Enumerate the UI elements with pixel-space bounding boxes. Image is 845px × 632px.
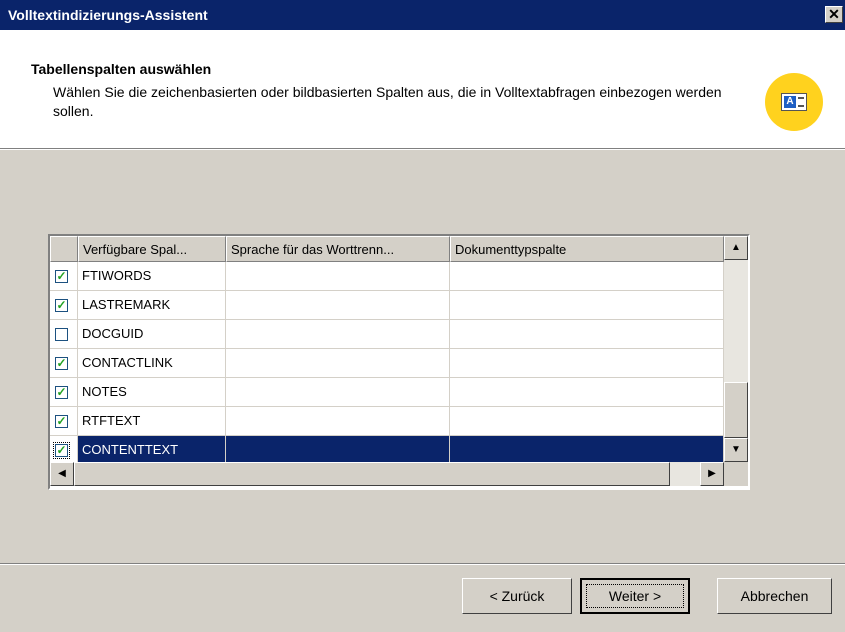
checkbox-cell: ✓ (50, 378, 78, 407)
checked-checkbox[interactable]: ✓ (53, 442, 70, 459)
language-cell[interactable] (226, 291, 450, 320)
column-header-language[interactable]: Sprache für das Worttrenn... (226, 236, 450, 262)
scroll-right-icon[interactable]: ▶ (700, 462, 724, 486)
checked-checkbox[interactable]: ✓ (55, 415, 68, 428)
wizard-header: Tabellenspalten auswählen Wählen Sie die… (0, 30, 845, 148)
scroll-corner (724, 462, 748, 486)
doctype-cell[interactable] (450, 378, 724, 407)
table-row[interactable]: DOCGUID (50, 320, 724, 349)
column-name-cell: RTFTEXT (78, 407, 226, 436)
column-name-cell: FTIWORDS (78, 262, 226, 291)
doctype-cell[interactable] (450, 407, 724, 436)
index-icon: A (781, 93, 807, 111)
checkbox-column-header (50, 236, 78, 262)
language-cell[interactable] (226, 378, 450, 407)
checkbox-cell: ✓ (50, 262, 78, 291)
footer-separator (0, 563, 845, 565)
table-row[interactable]: ✓ NOTES (50, 378, 724, 407)
language-cell[interactable] (226, 262, 450, 291)
checkbox-cell: ✓ (50, 407, 78, 436)
horizontal-scrollbar[interactable]: ◀ ▶ (50, 462, 724, 486)
horizontal-scroll-thumb[interactable] (74, 462, 670, 486)
column-name-cell: LASTREMARK (78, 291, 226, 320)
column-name-cell: DOCGUID (78, 320, 226, 349)
scroll-left-icon[interactable]: ◀ (50, 462, 74, 486)
column-name-cell: CONTENTTEXT (78, 436, 226, 465)
table-row[interactable]: ✓ LASTREMARK (50, 291, 724, 320)
grid-header: Verfügbare Spal... Sprache für das Wortt… (50, 236, 724, 262)
doctype-cell[interactable] (450, 320, 724, 349)
table-row[interactable]: ✓ CONTENTTEXT (50, 436, 724, 465)
column-header-doctype[interactable]: Dokumenttypspalte (450, 236, 724, 262)
table-row[interactable]: ✓ CONTACTLINK (50, 349, 724, 378)
checked-checkbox[interactable]: ✓ (55, 270, 68, 283)
checkbox-cell (50, 320, 78, 349)
close-button[interactable]: ✕ (825, 6, 843, 23)
doctype-cell[interactable] (450, 349, 724, 378)
scroll-down-icon[interactable]: ▼ (724, 438, 748, 462)
checkbox-cell: ✓ (50, 349, 78, 378)
scroll-up-icon[interactable]: ▲ (724, 236, 748, 260)
columns-grid[interactable]: Verfügbare Spal... Sprache für das Wortt… (48, 234, 750, 490)
vertical-scrollbar[interactable]: ▲ ▼ (724, 236, 748, 462)
page-title: Tabellenspalten auswählen (31, 61, 212, 77)
column-name-cell: CONTACTLINK (78, 349, 226, 378)
doctype-cell[interactable] (450, 291, 724, 320)
back-button[interactable]: < Zurück (462, 578, 572, 614)
language-cell[interactable] (226, 436, 450, 465)
language-cell[interactable] (226, 320, 450, 349)
language-cell[interactable] (226, 349, 450, 378)
title-bar: Volltextindizierungs-Assistent ✕ (0, 0, 845, 30)
next-button[interactable]: Weiter > (580, 578, 690, 614)
wizard-icon: A (765, 73, 823, 131)
table-row[interactable]: ✓ FTIWORDS (50, 262, 724, 291)
column-header-available[interactable]: Verfügbare Spal... (78, 236, 226, 262)
doctype-cell[interactable] (450, 436, 724, 465)
checkbox-cell: ✓ (50, 291, 78, 320)
checked-checkbox[interactable]: ✓ (55, 386, 68, 399)
cancel-button[interactable]: Abbrechen (717, 578, 832, 614)
column-name-cell: NOTES (78, 378, 226, 407)
vertical-scroll-thumb[interactable] (724, 382, 748, 438)
checked-checkbox[interactable]: ✓ (55, 357, 68, 370)
header-separator (0, 148, 845, 150)
checkbox-cell: ✓ (50, 436, 78, 465)
language-cell[interactable] (226, 407, 450, 436)
doctype-cell[interactable] (450, 262, 724, 291)
window-title: Volltextindizierungs-Assistent (8, 7, 208, 23)
checked-checkbox[interactable]: ✓ (55, 299, 68, 312)
table-row[interactable]: ✓ RTFTEXT (50, 407, 724, 436)
page-description: Wählen Sie die zeichenbasierten oder bil… (53, 84, 722, 119)
unchecked-checkbox[interactable] (55, 328, 68, 341)
